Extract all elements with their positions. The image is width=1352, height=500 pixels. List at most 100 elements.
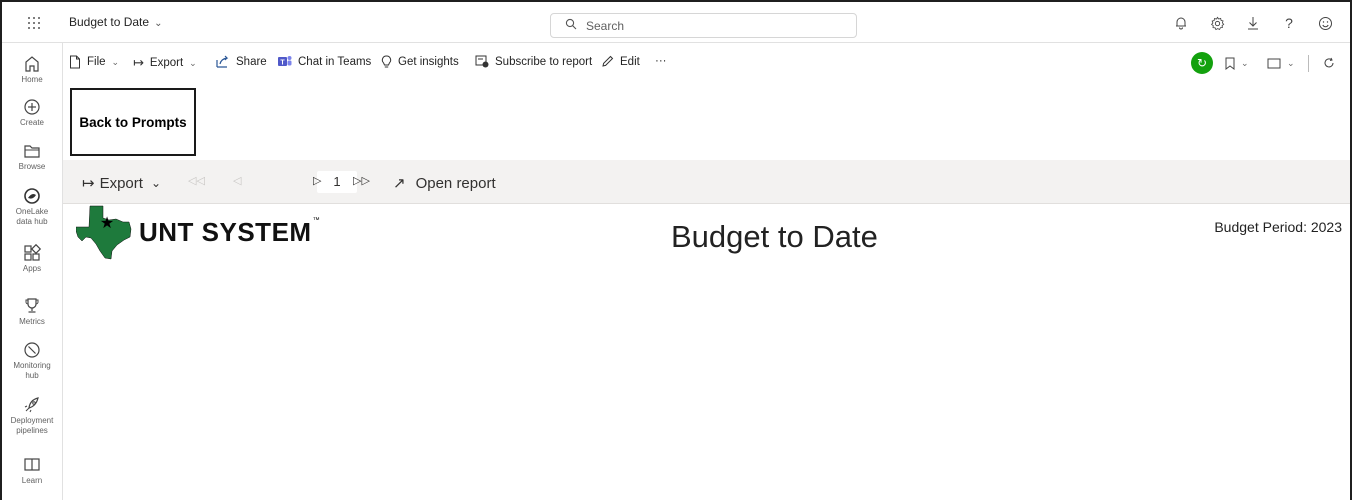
report-main-title: Budget to Date <box>671 219 878 254</box>
pencil-icon <box>602 55 614 67</box>
nav-label-monitoring-2: hub <box>25 371 39 380</box>
chevron-down-icon: ⌄ <box>189 57 197 68</box>
logo-wordmark: UNT SYSTEM <box>139 217 312 247</box>
command-bar: File ⌄ ↦ Export ⌄ Share T Chat in Teams Ge… <box>63 43 1350 82</box>
nav-label-metrics: Metrics <box>19 317 45 326</box>
teams-icon: T <box>278 56 292 67</box>
book-icon <box>24 458 40 471</box>
search-icon <box>565 18 577 30</box>
page-number-input[interactable]: 1 <box>317 171 357 193</box>
open-report-label: Open report <box>415 174 496 192</box>
chevron-down-icon: ⌄ <box>1287 57 1295 68</box>
lightbulb-icon <box>381 55 392 68</box>
open-report-button[interactable]: ↗ Open report <box>393 174 496 193</box>
more-options-button[interactable]: ··· <box>655 55 667 67</box>
report-export-button[interactable]: ↦ Export ⌄ <box>82 174 161 193</box>
nav-label-deployment-1: Deployment <box>10 416 54 425</box>
bookmark-menu-button[interactable]: ⌄ <box>1225 52 1249 74</box>
file-icon <box>70 55 80 69</box>
report-export-label: Export <box>99 174 143 192</box>
export-arrow-icon: ↦ <box>133 55 144 70</box>
reload-button[interactable] <box>1323 52 1335 74</box>
nav-label-browse: Browse <box>18 162 46 171</box>
report-title-dropdown[interactable]: Budget to Date ⌄ <box>69 15 162 29</box>
nav-item-deployment[interactable]: Deployment pipelines <box>2 395 62 436</box>
app-launcher-icon[interactable] <box>28 17 40 29</box>
next-page-icon: ▷ <box>313 175 322 187</box>
folder-icon <box>24 145 40 158</box>
share-button[interactable]: Share <box>216 55 267 68</box>
first-page-button[interactable]: ◁◁ <box>188 174 205 187</box>
nav-item-metrics[interactable]: Metrics <box>2 296 62 327</box>
subscribe-button[interactable]: Subscribe to report <box>475 55 592 68</box>
nav-label-learn: Learn <box>21 476 43 485</box>
left-nav: Home Create Browse OneLake data hub Apps… <box>2 43 63 500</box>
trophy-icon <box>25 298 39 313</box>
chevron-down-icon: ⌄ <box>111 56 120 67</box>
top-icons: ? <box>1170 12 1350 34</box>
chat-in-teams-button[interactable]: T Chat in Teams <box>278 55 371 68</box>
open-external-icon: ↗ <box>393 175 406 192</box>
export-label: Export <box>149 57 184 69</box>
svg-text:T: T <box>280 60 285 67</box>
get-insights-label: Get insights <box>398 56 459 68</box>
first-page-icon: ◁◁ <box>188 175 205 187</box>
nav-item-browse[interactable]: Browse <box>2 141 62 172</box>
chevron-down-icon: ⌄ <box>150 176 161 190</box>
nav-item-learn[interactable]: Learn <box>2 455 62 486</box>
divider <box>1308 55 1309 72</box>
share-label: Share <box>236 55 267 68</box>
budget-period-label: Budget Period: 2023 <box>1214 219 1342 235</box>
search-input[interactable]: Search <box>550 13 857 38</box>
nav-label-onelake-2: data hub <box>16 217 48 226</box>
nav-label-monitoring-1: Monitoring <box>13 361 51 370</box>
nav-label-apps: Apps <box>22 264 42 273</box>
refresh-status-icon[interactable]: ↻ <box>1191 52 1213 74</box>
nav-label-deployment-2: pipelines <box>16 426 48 435</box>
nav-label-create: Create <box>19 118 44 127</box>
nav-item-monitoring[interactable]: Monitoring hub <box>2 340 62 381</box>
last-page-icon: ▷▷ <box>353 175 370 187</box>
reload-icon <box>1324 57 1334 68</box>
back-to-prompts-button[interactable]: Back to Prompts <box>70 88 196 156</box>
nav-item-create[interactable]: Create <box>2 97 62 128</box>
logo-text: UNT SYSTEM™ <box>139 217 320 248</box>
previous-page-button[interactable]: ◁ <box>233 174 241 187</box>
bookmark-icon <box>1225 57 1235 70</box>
help-icon[interactable]: ? <box>1278 12 1300 34</box>
edit-button[interactable]: Edit <box>601 55 640 68</box>
unt-system-logo: ★ UNT SYSTEM™ <box>76 204 336 260</box>
feedback-smiley-icon[interactable] <box>1314 12 1336 34</box>
chevron-down-icon: ⌄ <box>1241 57 1249 68</box>
edit-label: Edit <box>620 55 640 68</box>
nav-label-onelake-1: OneLake <box>15 207 49 216</box>
chat-in-teams-label: Chat in Teams <box>298 55 372 68</box>
export-menu-button[interactable]: ↦ Export ⌄ <box>133 55 197 71</box>
monitor-icon <box>24 342 40 358</box>
nav-item-onelake[interactable]: OneLake data hub <box>2 186 62 227</box>
chevron-down-icon: ⌄ <box>154 18 163 29</box>
nav-item-apps[interactable]: Apps <box>2 243 62 274</box>
rocket-icon <box>24 397 39 413</box>
view-menu-button[interactable]: ⌄ <box>1267 52 1295 74</box>
bell-icon[interactable] <box>1170 12 1192 34</box>
top-bar: Budget to Date ⌄ Search ? <box>2 2 1350 43</box>
more-options-icon: ··· <box>655 55 667 67</box>
download-icon[interactable] <box>1242 12 1264 34</box>
onelake-icon <box>24 188 40 204</box>
search-placeholder: Search <box>586 19 625 33</box>
report-title-text: Budget to Date <box>69 15 150 29</box>
last-page-button[interactable]: ▷▷ <box>353 174 370 187</box>
get-insights-button[interactable]: Get insights <box>381 55 459 69</box>
subscribe-icon <box>475 55 489 68</box>
plus-circle-icon <box>24 99 40 115</box>
nav-item-home[interactable]: Home <box>2 54 62 85</box>
file-menu-button[interactable]: File ⌄ <box>69 55 119 69</box>
apps-icon <box>24 243 42 261</box>
share-icon <box>216 55 229 68</box>
home-icon <box>25 56 39 72</box>
texas-shape-logo-icon: ★ <box>76 205 132 260</box>
settings-gear-icon[interactable] <box>1206 12 1228 34</box>
next-page-button[interactable]: ▷ <box>313 174 321 187</box>
nav-label-home: Home <box>21 75 43 84</box>
